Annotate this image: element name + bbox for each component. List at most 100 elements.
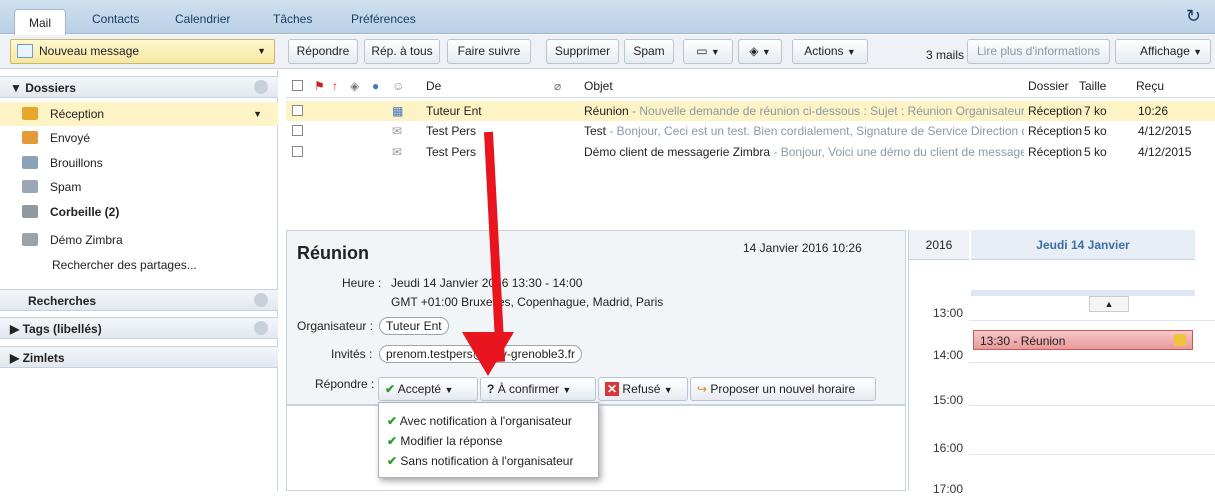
table-row[interactable]: ✉ Test Pers Démo client de messagerie Zi… <box>286 142 1215 162</box>
hour-label: 15:00 <box>932 393 963 407</box>
tag-icon[interactable]: ◈ ▼ <box>738 39 782 64</box>
row-checkbox[interactable] <box>292 105 303 116</box>
row-date: 10:26 <box>1138 104 1169 118</box>
sidebar-item-demo[interactable]: Démo Zimbra <box>0 228 278 252</box>
delete-button[interactable]: Supprimer <box>546 39 619 64</box>
hour-line <box>969 320 1215 321</box>
gear-icon[interactable] <box>254 321 268 335</box>
message-list-header: ⚑ ↑ ◈ ● ☺ De ⌀ Objet Dossier Taille Reçu <box>286 74 1215 98</box>
gear-icon[interactable] <box>254 80 268 94</box>
tab-mail[interactable]: Mail <box>14 9 67 35</box>
reply-label: Répondre : <box>315 377 375 391</box>
row-size: 7 ko <box>1084 104 1107 118</box>
chevron-down-icon[interactable]: ▼ <box>253 102 262 126</box>
calendar-day-header[interactable]: Jeudi 14 Janvier <box>971 230 1195 260</box>
sidebar-item-drafts[interactable]: Brouillons <box>0 151 278 175</box>
refresh-icon[interactable]: ↻ <box>1186 6 1201 27</box>
row-from: Test Pers <box>426 145 477 159</box>
folder-icon <box>22 233 38 246</box>
row-subject: Réunion - Nouvelle demande de réunion ci… <box>584 104 1024 118</box>
search-shares-link[interactable]: Rechercher des partages... <box>0 253 278 277</box>
zimlets-header[interactable]: ▶ Zimlets <box>0 346 278 368</box>
invitees-label: Invités : <box>331 347 373 361</box>
row-date: 4/12/2015 <box>1138 124 1192 138</box>
all-day-divider <box>971 290 1195 296</box>
app-tab-bar: Mail Contacts Calendrier Tâches Préféren… <box>0 0 1215 35</box>
message-title: Réunion <box>297 243 369 263</box>
menu-item-edit-reply[interactable]: ✔ Modifier la réponse <box>387 431 502 451</box>
gear-icon[interactable] <box>254 293 268 307</box>
checkmark-icon: ✔ <box>387 454 398 468</box>
decline-button[interactable]: ✕ Refusé ▼ <box>598 377 688 401</box>
menu-item-notify-organizer[interactable]: ✔ Avec notification à l'organisateur <box>387 411 572 431</box>
reply-button[interactable]: Répondre <box>288 39 358 64</box>
calendar-pane: 2016 Jeudi 14 Janvier ▲ 13:00 14:00 15:0… <box>908 230 1215 496</box>
sidebar: ▼ Dossiers Réception ▼ Envoyé Brouillons … <box>0 70 278 491</box>
drafts-icon <box>22 156 38 169</box>
received-column-header[interactable]: Reçu <box>1136 74 1164 98</box>
organizer-label: Organisateur : <box>297 319 374 333</box>
sidebar-item-inbox[interactable]: Réception ▼ <box>0 102 278 126</box>
envelope-icon: ✉ <box>392 124 403 138</box>
folders-header[interactable]: ▼ Dossiers <box>0 76 278 98</box>
reply-all-button[interactable]: Rép. à tous <box>364 39 440 64</box>
checkmark-icon: ✔ <box>387 414 398 428</box>
message-date: 14 Janvier 2016 10:26 <box>743 241 862 255</box>
priority-icon[interactable]: ↑ <box>332 74 338 98</box>
folder-column-header[interactable]: Dossier <box>1028 74 1069 98</box>
actions-button[interactable]: Actions ▼ <box>792 39 868 64</box>
inbox-icon <box>22 107 38 120</box>
tab-calendar[interactable]: Calendrier <box>175 6 230 32</box>
organizer-pill[interactable]: Tuteur Ent <box>379 317 449 335</box>
tab-tasks[interactable]: Tâches <box>273 6 312 32</box>
spam-button[interactable]: Spam <box>624 39 674 64</box>
subject-column-header[interactable]: Objet <box>584 74 613 98</box>
forward-button[interactable]: Faire suivre <box>447 39 531 64</box>
print-icon[interactable]: ▭ ▼ <box>683 39 733 64</box>
flag-icon[interactable]: ⚑ <box>314 74 325 98</box>
checkmark-icon: ✔ <box>387 434 398 448</box>
row-subject: Démo client de messagerie Zimbra - Bonjo… <box>584 145 1024 159</box>
sidebar-item-sent[interactable]: Envoyé <box>0 126 278 150</box>
row-subject: Test - Bonjour, Ceci est un test. Bien c… <box>584 124 1024 138</box>
hour-line <box>969 405 1215 406</box>
sender-icon[interactable]: ☺ <box>392 74 404 98</box>
row-checkbox[interactable] <box>292 125 303 136</box>
searches-header[interactable]: Recherches <box>0 289 278 311</box>
propose-time-button[interactable]: ↪ Proposer un nouvel horaire <box>690 377 876 401</box>
row-checkbox[interactable] <box>292 146 303 157</box>
tag-icon[interactable]: ◈ <box>350 74 359 98</box>
from-column-header[interactable]: De <box>426 74 441 98</box>
attachment-icon[interactable]: ⌀ <box>554 74 561 98</box>
sent-icon <box>22 131 38 144</box>
tab-contacts[interactable]: Contacts <box>92 6 139 32</box>
mail-count: 3 mails <box>926 48 965 62</box>
chevron-down-icon[interactable]: ▼ <box>257 40 266 63</box>
unread-dot-icon[interactable]: ● <box>372 74 379 98</box>
view-button[interactable]: Affichage ▼ <box>1115 39 1211 64</box>
close-icon: ✕ <box>605 382 620 396</box>
table-row[interactable]: ▦ Tuteur Ent Réunion - Nouvelle demande … <box>286 101 1215 121</box>
sidebar-item-trash[interactable]: Corbeille (2) <box>0 200 278 224</box>
tags-header[interactable]: ▶ Tags (libellés) <box>0 317 278 339</box>
tab-preferences[interactable]: Préférences <box>351 6 416 32</box>
tentative-button[interactable]: ? À confirmer ▼ <box>480 377 596 401</box>
menu-item-no-notify[interactable]: ✔ Sans notification à l'organisateur <box>387 451 573 471</box>
hour-label: 17:00 <box>932 482 963 496</box>
sidebar-item-spam[interactable]: Spam <box>0 175 278 199</box>
table-row[interactable]: ✉ Test Pers Test - Bonjour, Ceci est un … <box>286 121 1215 141</box>
accept-button[interactable]: ✔ Accepté ▼ <box>378 377 478 401</box>
time-value: Jeudi 14 Janvier 2016 13:30 - 14:00 <box>391 276 583 290</box>
select-all-checkbox[interactable] <box>292 80 303 91</box>
lock-icon <box>1174 334 1186 346</box>
calendar-year: 2016 <box>909 230 969 260</box>
size-column-header[interactable]: Taille <box>1079 74 1106 98</box>
spam-icon <box>22 180 38 193</box>
calendar-event[interactable]: 13:30 - Réunion <box>973 330 1193 350</box>
hour-line <box>969 454 1215 455</box>
new-message-button[interactable]: Nouveau message ▼ <box>10 39 275 64</box>
scroll-up-icon[interactable]: ▲ <box>1089 296 1129 312</box>
accept-dropdown-menu: ✔ Avec notification à l'organisateur ✔ M… <box>378 402 599 478</box>
read-more-button[interactable]: Lire plus d'informations <box>967 39 1110 64</box>
row-from: Tuteur Ent <box>426 104 482 118</box>
